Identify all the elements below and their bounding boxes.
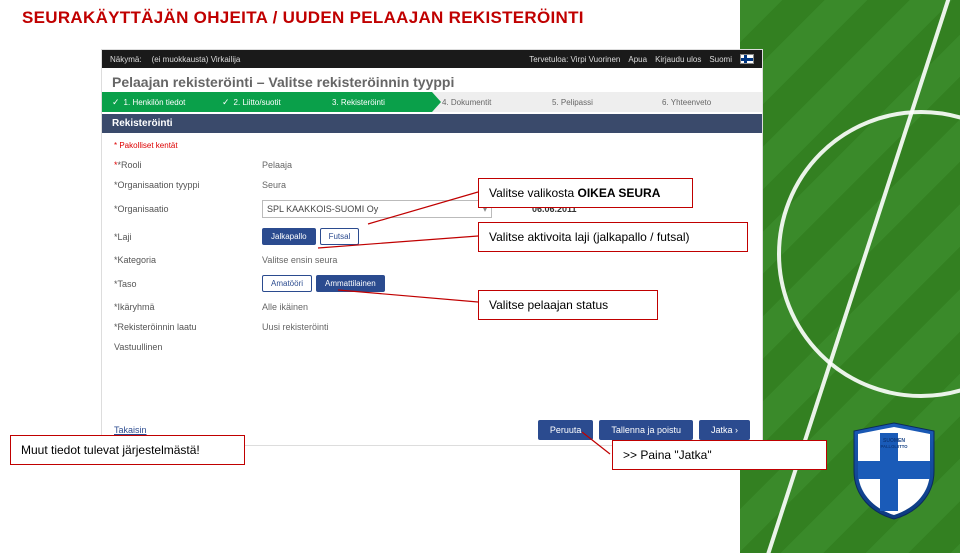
callout-seura: Valitse valikosta OIKEA SEURA — [478, 178, 693, 208]
value-rooli: Pelaaja — [262, 160, 750, 170]
label-text: *Rekisteröinnin laatu — [114, 322, 197, 332]
step-label: 4. Dokumentit — [442, 98, 491, 107]
label-text: *Kategoria — [114, 255, 156, 265]
step-4[interactable]: 4. Dokumentit — [432, 92, 542, 112]
check-icon: ✓ — [112, 97, 120, 108]
slide-title: SEURAKÄYTTÄJÄN OHJEITA / UUDEN PELAAJAN … — [22, 8, 584, 28]
label-org-type: *Organisaation tyyppi — [114, 180, 254, 190]
label-ikaryhma: *Ikäryhmä — [114, 302, 254, 312]
button-tallenna[interactable]: Tallenna ja poistu — [599, 420, 693, 440]
label-text: *Laji — [114, 232, 132, 242]
app-topbar: Näkymä: (ei muokkausta) Virkailija Terve… — [102, 50, 762, 68]
step-label: 1. Henkilön tiedot — [124, 98, 186, 107]
label-laji: *Laji — [114, 232, 254, 242]
label-rekisterointi-laatu: *Rekisteröinnin laatu — [114, 322, 254, 332]
page-title: Pelaajan rekisteröinti – Valitse rekiste… — [102, 68, 762, 92]
label-taso: *Taso — [114, 279, 254, 289]
step-label: 3. Rekisteröinti — [332, 98, 385, 107]
pill-futsal[interactable]: Futsal — [320, 228, 360, 245]
button-jatka[interactable]: Jatka — [699, 420, 750, 440]
topbar-user: Tervetuloa: Virpi Vuorinen — [529, 55, 620, 64]
step-label: 2. Liitto/suotit — [234, 98, 281, 107]
topbar-nakyma-label: Näkymä: — [110, 55, 142, 64]
step-6[interactable]: 6. Yhteenveto — [652, 92, 762, 112]
required-note: * Pakolliset kentät — [114, 141, 750, 150]
step-5[interactable]: 5. Pelipassi — [542, 92, 652, 112]
callout-jatka: >> Paina "Jatka" — [612, 440, 827, 470]
label-vastuullinen: Vastuullinen — [114, 342, 254, 352]
step-label: 5. Pelipassi — [552, 98, 593, 107]
dropdown-value: SPL KAAKKOIS-SUOMI Oy — [267, 204, 378, 214]
label-rooli: **Rooli — [114, 160, 254, 170]
label-text: *Organisaation tyyppi — [114, 180, 200, 190]
label-text: *Rooli — [118, 160, 142, 170]
topbar-lang[interactable]: Suomi — [709, 55, 732, 64]
step-3[interactable]: 3. Rekisteröinti — [322, 92, 432, 112]
pill-ammattilainen[interactable]: Ammattilainen — [316, 275, 385, 292]
callout-text: Valitse valikosta OIKEA SEURA — [489, 186, 660, 200]
callout-laji: Valitse aktivoita laji (jalkapallo / fut… — [478, 222, 748, 252]
svg-text:PALLOLIITTO: PALLOLIITTO — [880, 444, 908, 449]
step-2[interactable]: ✓ 2. Liitto/suotit — [212, 92, 322, 112]
label-text: *Ikäryhmä — [114, 302, 155, 312]
palloliitto-crest-icon: SUOMEN PALLOLIITTO — [850, 421, 938, 521]
step-1[interactable]: ✓ 1. Henkilön tiedot — [102, 92, 212, 112]
label-text: *Taso — [114, 279, 137, 289]
callout-jarjestelma: Muut tiedot tulevat järjestelmästä! — [10, 435, 245, 465]
flag-fi-icon — [740, 54, 754, 64]
topbar-help-link[interactable]: Apua — [628, 55, 647, 64]
value-kategoria: Valitse ensin seura — [262, 255, 750, 265]
label-organisaatio: *Organisaatio — [114, 204, 254, 214]
link-takaisin[interactable]: Takaisin — [114, 425, 147, 435]
label-text: Vastuullinen — [114, 342, 162, 352]
check-icon: ✓ — [222, 97, 230, 108]
button-peruuta[interactable]: Peruuta — [538, 420, 594, 440]
wizard-steps: ✓ 1. Henkilön tiedot ✓ 2. Liitto/suotit 3.… — [102, 92, 762, 112]
pill-amatoori[interactable]: Amatööri — [262, 275, 312, 292]
topbar-role[interactable]: (ei muokkausta) Virkailija — [152, 55, 241, 64]
label-text: *Organisaatio — [114, 204, 169, 214]
dropdown-organisaatio[interactable]: SPL KAAKKOIS-SUOMI Oy ▾ — [262, 200, 492, 218]
slide-stage: SEURAKÄYTTÄJÄN OHJEITA / UUDEN PELAAJAN … — [0, 0, 960, 553]
section-header: Rekisteröinti — [102, 114, 762, 133]
callout-status: Valitse pelaajan status — [478, 290, 658, 320]
value-rekisterointi-laatu: Uusi rekisteröinti — [262, 322, 750, 332]
label-kategoria: *Kategoria — [114, 255, 254, 265]
topbar-logout-link[interactable]: Kirjaudu ulos — [655, 55, 701, 64]
pill-jalkapallo[interactable]: Jalkapallo — [262, 228, 316, 245]
step-label: 6. Yhteenveto — [662, 98, 711, 107]
